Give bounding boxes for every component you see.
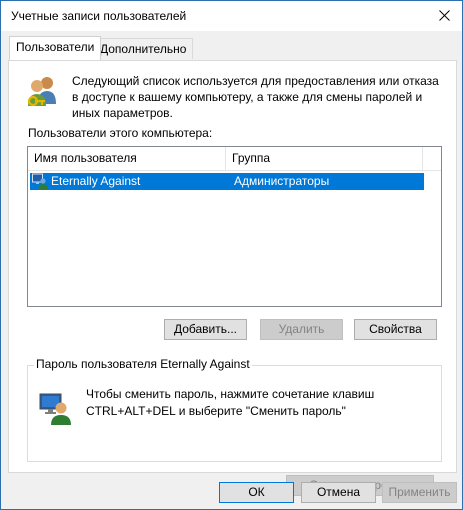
users-keys-icon <box>27 77 56 107</box>
user-accounts-window: Учетные записи пользователей Пользовател… <box>0 0 463 510</box>
row-group: Администраторы <box>234 174 330 188</box>
close-button[interactable] <box>430 3 458 27</box>
add-user-button[interactable]: Добавить... <box>164 319 247 340</box>
user-monitor-icon <box>39 393 71 425</box>
row-username: Eternally Against <box>51 174 141 188</box>
listview-header: Имя пользователя Группа <box>28 147 441 171</box>
column-header-username[interactable]: Имя пользователя <box>28 147 226 170</box>
tab-advanced[interactable]: Дополнительно <box>93 38 194 59</box>
password-instructions: Чтобы сменить пароль, нажмите сочетание … <box>86 387 375 418</box>
column-header-group[interactable]: Группа <box>226 147 423 170</box>
window-title: Учетные записи пользователей <box>11 9 187 23</box>
intro-description: Следующий список используется для предос… <box>72 74 439 120</box>
password-groupbox: Пароль пользователя Eternally Against Чт… <box>27 357 442 496</box>
title-bar: Учетные записи пользователей <box>1 1 462 31</box>
cancel-button[interactable]: Отмена <box>301 482 376 503</box>
properties-button[interactable]: Свойства <box>354 319 437 340</box>
password-group-title: Пароль пользователя Eternally Against <box>34 357 252 371</box>
close-icon <box>438 9 450 21</box>
users-list-label: Пользователи этого компьютера: <box>28 126 213 140</box>
users-listview[interactable]: Имя пользователя Группа Eternally Agains… <box>27 146 442 307</box>
table-row[interactable]: Eternally Against Администраторы <box>30 173 424 190</box>
users-tab-panel: Следующий список используется для предос… <box>8 60 457 496</box>
ok-button[interactable]: ОК <box>219 482 294 503</box>
remove-user-button[interactable]: Удалить <box>260 319 343 340</box>
tab-users[interactable]: Пользователи <box>9 36 102 60</box>
user-row-icon <box>32 173 48 189</box>
apply-button[interactable]: Применить <box>382 482 457 503</box>
